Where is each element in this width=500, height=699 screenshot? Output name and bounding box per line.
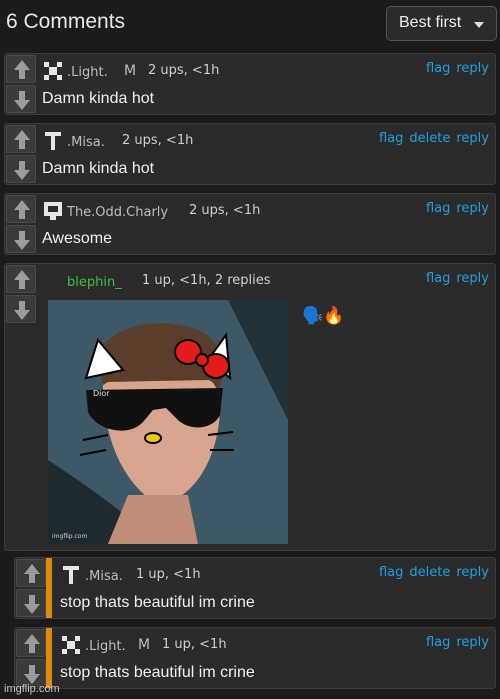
- up-arrow-icon: [14, 130, 30, 150]
- image-credit-text: imgflip.com: [52, 533, 87, 540]
- upvote-button[interactable]: [6, 265, 36, 293]
- flag-link[interactable]: flag: [379, 565, 403, 580]
- down-arrow-icon: [24, 664, 40, 684]
- comment-image[interactable]: Dior imgflip.com: [48, 300, 288, 544]
- comment-username[interactable]: .Misa.: [85, 569, 123, 584]
- vote-controls: [5, 124, 37, 184]
- comment-username[interactable]: .Misa.: [67, 135, 105, 150]
- comment-text: stop thats beautiful im crine: [60, 594, 255, 611]
- reply-comment: .Misa. 1 up, <1h flag delete reply stop th…: [14, 557, 496, 619]
- comment-actions: flag reply: [420, 201, 489, 216]
- reply-link[interactable]: reply: [456, 271, 489, 286]
- comment-actions: flag delete reply: [373, 565, 489, 580]
- comment-stats: 1 up, <1h: [136, 567, 201, 582]
- flag-link[interactable]: flag: [426, 61, 450, 76]
- comment-text: Damn kinda hot: [42, 90, 155, 107]
- reply-link[interactable]: reply: [456, 201, 489, 216]
- up-arrow-icon: [24, 564, 40, 584]
- downvote-button[interactable]: [16, 589, 46, 617]
- down-arrow-icon: [14, 300, 30, 320]
- downvote-button[interactable]: [6, 155, 36, 183]
- comment-username[interactable]: blephin_: [67, 275, 122, 290]
- reply-comment: .Light. M 1 up, <1h flag reply stop thats…: [14, 627, 496, 689]
- upvote-button[interactable]: [16, 629, 46, 657]
- comment-emoji: 🗣️🔥: [302, 306, 345, 326]
- vote-controls: [5, 194, 37, 254]
- comment-text: Awesome: [42, 230, 112, 247]
- flag-link[interactable]: flag: [426, 635, 450, 650]
- comment-username[interactable]: .Light.: [67, 65, 108, 80]
- downvote-button[interactable]: [6, 295, 36, 323]
- reply-thread-indicator: [46, 628, 52, 688]
- upvote-button[interactable]: [6, 195, 36, 223]
- reply-link[interactable]: reply: [456, 635, 489, 650]
- user-avatar-icon[interactable]: [60, 634, 82, 656]
- comment-actions: flag reply: [420, 635, 489, 650]
- flag-link[interactable]: flag: [426, 201, 450, 216]
- chevron-down-icon: [474, 22, 484, 28]
- comment: The.Odd.Charly 2 ups, <1h flag reply Awes…: [4, 193, 496, 255]
- vote-controls: [5, 264, 37, 550]
- up-arrow-icon: [14, 270, 30, 290]
- comment-actions: flag reply: [420, 61, 489, 76]
- user-avatar-icon[interactable]: [60, 564, 82, 586]
- meme-photo-illustration: Dior imgflip.com: [48, 300, 288, 544]
- comment: .Misa. 2 ups, <1h flag delete reply Damn k…: [4, 123, 496, 185]
- reply-link[interactable]: reply: [456, 61, 489, 76]
- down-arrow-icon: [14, 90, 30, 110]
- comment: blephin_ 1 up, <1h, 2 replies flag reply: [4, 263, 496, 551]
- user-badge: M: [138, 637, 151, 653]
- comment-actions: flag reply: [420, 271, 489, 286]
- comment-actions: flag delete reply: [373, 131, 489, 146]
- comment-username[interactable]: .Light.: [85, 639, 126, 654]
- reply-link[interactable]: reply: [456, 565, 489, 580]
- comment-text: Damn kinda hot: [42, 160, 155, 177]
- upvote-button[interactable]: [6, 125, 36, 153]
- comments-count-title: 6 Comments: [6, 10, 126, 33]
- vote-controls: [5, 54, 37, 114]
- user-badge: M: [124, 63, 137, 79]
- comment: .Light. M 2 ups, <1h flag reply Damn kind…: [4, 53, 496, 115]
- user-avatar-icon[interactable]: [42, 60, 64, 82]
- comment-stats: 2 ups, <1h: [148, 63, 220, 78]
- upvote-button[interactable]: [6, 55, 36, 83]
- down-arrow-icon: [14, 230, 30, 250]
- up-arrow-icon: [14, 60, 30, 80]
- user-avatar-icon[interactable]: [42, 130, 64, 152]
- flag-link[interactable]: flag: [426, 271, 450, 286]
- comments-header: 6 Comments Best first: [0, 0, 500, 48]
- delete-link[interactable]: delete: [409, 565, 450, 580]
- down-arrow-icon: [14, 160, 30, 180]
- down-arrow-icon: [24, 594, 40, 614]
- reply-link[interactable]: reply: [456, 131, 489, 146]
- vote-controls: [15, 628, 47, 688]
- vote-controls: [15, 558, 47, 618]
- comment-stats: 1 up, <1h: [162, 637, 227, 652]
- comment-stats: 2 ups, <1h: [122, 133, 194, 148]
- upvote-button[interactable]: [16, 559, 46, 587]
- up-arrow-icon: [24, 634, 40, 654]
- sort-dropdown[interactable]: Best first: [386, 6, 497, 41]
- comment-stats: 1 up, <1h, 2 replies: [142, 273, 271, 288]
- downvote-button[interactable]: [6, 85, 36, 113]
- downvote-button[interactable]: [6, 225, 36, 253]
- reply-thread-indicator: [46, 558, 52, 618]
- delete-link[interactable]: delete: [409, 131, 450, 146]
- comment-text: stop thats beautiful im crine: [60, 664, 255, 681]
- sort-dropdown-label: Best first: [399, 14, 462, 31]
- sunglasses-brand-text: Dior: [93, 389, 110, 398]
- comment-stats: 2 ups, <1h: [189, 203, 261, 218]
- site-watermark: imgflip.com: [4, 683, 60, 695]
- comment-username[interactable]: The.Odd.Charly: [67, 205, 168, 220]
- user-avatar-icon[interactable]: [42, 200, 64, 222]
- up-arrow-icon: [14, 200, 30, 220]
- flag-link[interactable]: flag: [379, 131, 403, 146]
